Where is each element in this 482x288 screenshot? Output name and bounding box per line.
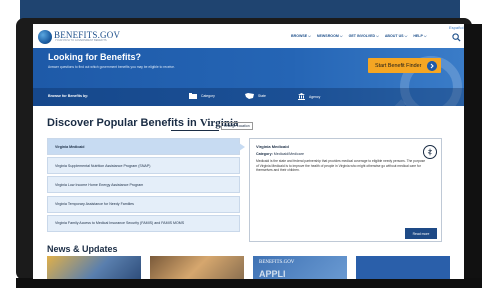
espanol-link[interactable]: Español (449, 25, 463, 30)
main-nav: BROWSE ⌵ NEWSROOM ⌵ GET INVOLVED ⌵ ABOUT… (291, 34, 427, 38)
news-card-headline: APPLI (259, 269, 286, 279)
benefit-item-snap[interactable]: Virginia Supplemental Nutrition Assistan… (47, 157, 240, 175)
benefit-item-medicaid[interactable]: Virginia Medicaid (47, 138, 245, 155)
logo-tagline: YOUR PATH TO GOVERNMENT BENEFITS (55, 39, 107, 42)
arrow-right-icon (427, 60, 437, 71)
map-icon (245, 93, 254, 99)
start-benefit-finder-label: Start Benefit Finder (375, 62, 422, 69)
nav-browse[interactable]: BROWSE ⌵ (291, 34, 311, 38)
browse-category[interactable]: Category (189, 93, 215, 99)
detail-title: Virginia Medicaid (256, 144, 289, 149)
browse-agency[interactable]: Agency (298, 93, 320, 100)
detail-description: Medicaid is the state and federal partne… (256, 159, 426, 173)
news-card-3[interactable]: BENEFITS.GOV APPLI (253, 256, 347, 279)
medical-caduceus-icon (423, 145, 437, 159)
benefit-item-famis[interactable]: Virginia Family Access to Medical Insura… (47, 214, 240, 232)
detail-category: Category: Medicaid/Medicare (256, 152, 304, 156)
nav-get-involved[interactable]: GET INVOLVED ⌵ (349, 34, 379, 38)
building-icon (298, 93, 305, 100)
laptop-frame-bottom-edge (16, 278, 482, 288)
hero-subtitle: Answer questions to find out which gover… (48, 65, 175, 69)
change-location-button[interactable]: Change Location (221, 122, 253, 130)
search-icon[interactable] (452, 33, 461, 42)
browse-state[interactable]: State (245, 93, 266, 99)
benefit-item-liheap[interactable]: Virginia Low Income Home Energy Assistan… (47, 176, 240, 194)
folder-icon (189, 93, 197, 99)
browse-label: Browse for Benefits by: (48, 94, 89, 98)
benefit-item-tanf[interactable]: Virginia Temporary Assistance for Needy … (47, 195, 240, 213)
laptop-frame-right-edge (464, 24, 482, 288)
nav-help[interactable]: HELP ⌵ (413, 34, 426, 38)
news-card-4[interactable] (356, 256, 450, 279)
logo-globe-icon[interactable] (38, 30, 52, 44)
hero-banner: Looking for Benefits? Answer questions t… (33, 48, 464, 106)
browse-agency-label: Agency (309, 94, 321, 99)
news-card-2[interactable] (150, 256, 244, 279)
news-cards: BENEFITS.GOV APPLI (47, 256, 457, 279)
benefits-list: Virginia Medicaid Virginia Supplemental … (47, 138, 245, 234)
browser-screen: BENEFITS.GOV YOUR PATH TO GOVERNMENT BEN… (33, 24, 464, 279)
news-heading: News & Updates (47, 244, 118, 254)
browse-bar: Browse for Benefits by: Category State A… (33, 88, 464, 106)
detail-category-label: Category: (256, 152, 273, 156)
site-header: BENEFITS.GOV YOUR PATH TO GOVERNMENT BEN… (33, 24, 464, 48)
nav-about-us[interactable]: ABOUT US ⌵ (385, 34, 408, 38)
browse-state-label: State (258, 94, 266, 98)
detail-category-value: Medicaid/Medicare (273, 152, 304, 156)
benefit-detail-panel: Virginia Medicaid Category: Medicaid/Med… (249, 138, 442, 242)
backdrop-banner (20, 0, 460, 20)
state-underline (171, 130, 219, 131)
hero-title: Looking for Benefits? (48, 52, 141, 62)
popular-benefits-heading: Discover Popular Benefits in Virginia (47, 117, 239, 129)
nav-newsroom[interactable]: NEWSROOM ⌵ (317, 34, 343, 38)
news-card-logo: BENEFITS.GOV (259, 260, 295, 265)
popular-heading-prefix: Discover Popular Benefits in (47, 117, 197, 129)
news-card-1[interactable] (47, 256, 141, 279)
browse-category-label: Category (201, 94, 215, 98)
read-more-button[interactable]: Read more (405, 228, 437, 239)
start-benefit-finder-button[interactable]: Start Benefit Finder (368, 58, 441, 73)
